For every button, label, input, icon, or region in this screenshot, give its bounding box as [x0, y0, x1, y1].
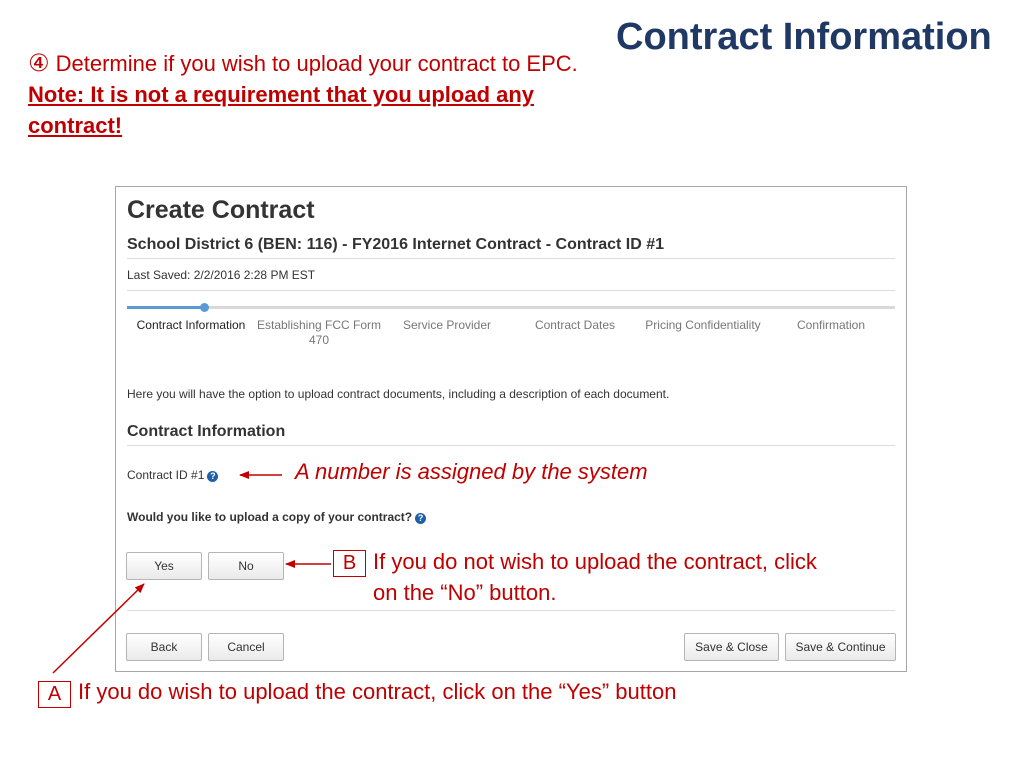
- callout-b-text-line2: on the “No” button.: [373, 580, 557, 605]
- contract-id-annotation: A number is assigned by the system: [295, 459, 648, 484]
- callout-b-text-line1: If you do not wish to upload the contrac…: [373, 549, 817, 574]
- annotation-arrows: [52, 471, 331, 674]
- callout-a-label: A: [38, 681, 71, 708]
- callout-b-label: B: [333, 550, 366, 577]
- yes-button-arrow: [52, 583, 145, 674]
- callout-a-text: If you do wish to upload the contract, c…: [78, 679, 677, 704]
